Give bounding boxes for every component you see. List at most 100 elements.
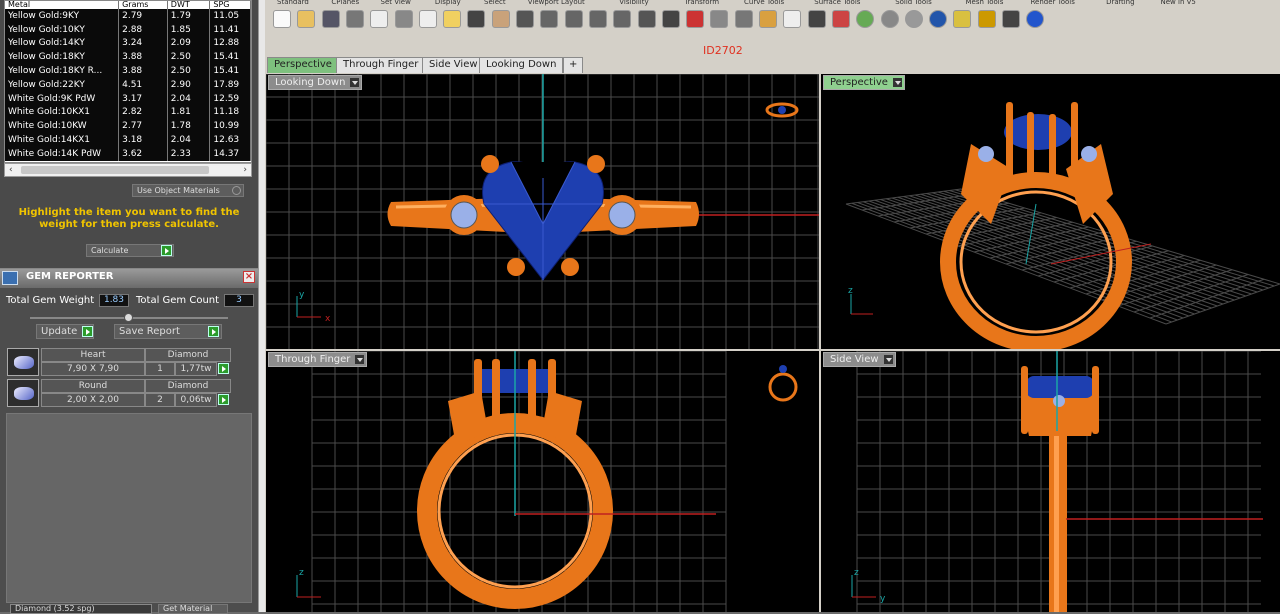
blue-sphere-icon[interactable] [929, 10, 948, 28]
ribbon-tab[interactable]: Drafting [1106, 0, 1134, 6]
ribbon-tab[interactable]: CPlanes [331, 0, 359, 6]
undo-icon[interactable] [467, 10, 486, 28]
copy-icon[interactable] [418, 10, 437, 28]
viewport-title[interactable]: Perspective [823, 75, 905, 90]
gem-go-icon[interactable] [218, 394, 229, 405]
paste-icon[interactable] [443, 10, 462, 28]
gear-icon[interactable] [977, 10, 996, 28]
render-icon[interactable] [831, 10, 850, 28]
ribbon-tab[interactable]: Solid Tools [895, 0, 932, 6]
object-snap-icon[interactable] [710, 10, 729, 28]
ribbon-tab[interactable]: Display [435, 0, 461, 6]
table-row[interactable]: Yellow Gold:14KY 3.24 2.09 12.88 [5, 36, 251, 51]
viewport-title[interactable]: Through Finger [268, 352, 368, 367]
gem-row[interactable]: Round Diamond 2,00 X 2,00 2 0,06tw [7, 379, 231, 407]
table-row[interactable]: Yellow Gold:10KY 2.88 1.85 11.41 [5, 22, 251, 37]
column-header[interactable]: Grams [118, 1, 168, 9]
color-wheel-icon[interactable] [856, 10, 875, 28]
toggle-icon[interactable] [232, 186, 241, 195]
tab-side-view[interactable]: Side View [422, 57, 485, 73]
table-row[interactable]: Yellow Gold:18KY 3.88 2.50 15.41 [5, 50, 251, 65]
rotate-view-icon[interactable] [637, 10, 656, 28]
pan-hand-icon[interactable] [491, 10, 510, 28]
viewport-canvas[interactable]: z y [821, 351, 1280, 612]
open-folder-icon[interactable] [297, 10, 316, 28]
sphere-icon[interactable] [880, 10, 899, 28]
table-row[interactable]: White Gold:10KX1 2.82 1.81 11.18 [5, 105, 251, 120]
zoom-extents-icon[interactable] [588, 10, 607, 28]
zoom-selected-icon[interactable] [613, 10, 632, 28]
viewport-title[interactable]: Looking Down [268, 75, 363, 90]
ribbon-tab[interactable]: Visibility [619, 0, 648, 6]
table-row[interactable]: Yellow Gold:22KY 4.51 2.90 17.89 [5, 77, 251, 92]
scroll-right-icon[interactable]: › [243, 165, 247, 175]
calculate-go-icon[interactable] [161, 245, 172, 256]
panel-splitter[interactable] [258, 0, 265, 612]
ribbon-tab[interactable]: Select [484, 0, 506, 6]
viewport-canvas[interactable]: z [821, 74, 1280, 349]
pencil-icon[interactable] [953, 10, 972, 28]
viewport-perspective[interactable]: z Perspective [821, 74, 1280, 349]
cut-icon[interactable] [394, 10, 413, 28]
dropdown-icon[interactable] [355, 355, 365, 364]
ribbon-tab[interactable]: Viewport Layout [528, 0, 585, 6]
column-header[interactable]: Metal [5, 1, 120, 9]
car-icon[interactable] [686, 10, 705, 28]
gem-go-icon[interactable] [218, 363, 229, 374]
tab-looking-down[interactable]: Looking Down [479, 57, 564, 73]
tab-perspective[interactable]: Perspective [267, 57, 339, 73]
print-icon[interactable] [345, 10, 364, 28]
move-icon[interactable] [516, 10, 534, 28]
table-row[interactable]: White Gold:9K PdW 3.17 2.04 12.59 [5, 91, 251, 106]
gem-slider[interactable] [30, 313, 228, 322]
scroll-left-icon[interactable]: ‹ [9, 165, 13, 175]
update-go-icon[interactable] [82, 326, 93, 337]
table-row[interactable]: Yellow Gold:9KY 2.79 1.79 11.05 [5, 9, 251, 23]
ribbon-tab[interactable]: Transform [684, 0, 719, 6]
table-row[interactable]: Yellow Gold:18KY R... 3.88 2.50 15.41 [5, 64, 251, 78]
ribbon-tab[interactable]: New in V5 [1161, 0, 1196, 6]
clock-icon[interactable] [734, 10, 753, 28]
new-file-icon[interactable] [273, 10, 291, 28]
dropdown-icon[interactable] [892, 78, 902, 87]
viewport-looking-down[interactable]: y x Looking Down [266, 74, 819, 349]
ribbon-tab[interactable]: Mesh Tools [966, 0, 1004, 6]
viewport-through-finger[interactable]: z Through Finger [266, 351, 819, 612]
dropdown-icon[interactable] [350, 78, 360, 87]
save-icon[interactable] [321, 10, 340, 28]
table-row[interactable]: White Gold:14KX1 3.18 2.04 12.63 [5, 133, 251, 147]
column-header[interactable]: SPG [209, 1, 251, 9]
material-select[interactable]: Diamond (3.52 spg) [10, 604, 152, 614]
ribbon-tab[interactable]: Render Tools [1031, 0, 1075, 6]
viewport-title[interactable]: Side View [823, 352, 896, 367]
dropdown-icon[interactable] [883, 355, 893, 364]
scroll-thumb[interactable] [21, 166, 209, 174]
add-tab-button[interactable]: + [563, 57, 584, 73]
get-material-button[interactable]: Get Material [158, 604, 228, 614]
zoom-in-icon[interactable] [540, 10, 559, 28]
viewport-side-view[interactable]: z y Side View [821, 351, 1280, 612]
layer-icon[interactable] [759, 10, 777, 28]
grid-icon[interactable] [661, 10, 680, 28]
ribbon-tab[interactable]: Set View [381, 0, 411, 6]
table-row[interactable]: White Gold:14K PdW 3.62 2.33 14.37 [5, 146, 251, 161]
tab-through-finger[interactable]: Through Finger [336, 57, 426, 73]
lock-icon[interactable] [807, 10, 826, 28]
save-report-go-icon[interactable] [208, 326, 219, 337]
ribbon-tab[interactable]: Curve Tools [744, 0, 784, 6]
table-row[interactable]: White Gold:10KW 2.77 1.78 10.99 [5, 119, 251, 134]
import-icon[interactable] [370, 10, 389, 28]
tree-icon[interactable] [1002, 10, 1020, 28]
ribbon-tab[interactable]: Standard [277, 0, 309, 6]
table-horizontal-scrollbar[interactable]: ‹ › [4, 163, 252, 177]
viewport-canvas[interactable]: y x [266, 74, 819, 349]
use-object-materials-button[interactable]: Use Object Materials [132, 184, 244, 197]
slider-knob[interactable] [124, 313, 133, 322]
help-icon[interactable] [1026, 10, 1045, 28]
light-bulb-icon[interactable] [783, 10, 802, 28]
ribbon-tab[interactable]: Surface Tools [814, 0, 860, 6]
close-icon[interactable]: × [243, 271, 255, 283]
zoom-window-icon[interactable] [564, 10, 583, 28]
save-report-button[interactable]: Save Report [114, 324, 222, 339]
column-header[interactable]: DWT [167, 1, 211, 9]
